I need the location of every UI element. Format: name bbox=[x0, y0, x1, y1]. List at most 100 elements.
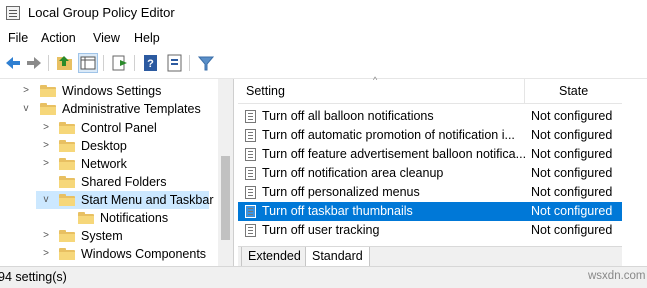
setting-name: Turn off taskbar thumbnails bbox=[262, 204, 413, 218]
properties-icon[interactable] bbox=[165, 53, 185, 73]
menu-view[interactable]: View bbox=[89, 31, 124, 45]
sort-ascending-icon: ^ bbox=[373, 75, 378, 85]
table-row[interactable]: Turn off notification area cleanup Not c… bbox=[238, 164, 622, 183]
tree-item-label: Windows Settings bbox=[62, 84, 162, 98]
title-bar: Local Group Policy Editor bbox=[0, 0, 647, 28]
column-header-setting[interactable]: Setting bbox=[246, 79, 285, 103]
tree-item-windows-components[interactable]: > Windows Components bbox=[0, 245, 218, 263]
policy-setting-icon bbox=[245, 148, 256, 161]
column-divider[interactable] bbox=[524, 79, 525, 103]
tree-item-administrative-templates[interactable]: v Administrative Templates bbox=[0, 100, 218, 118]
folder-icon bbox=[59, 230, 75, 242]
policy-setting-icon bbox=[245, 129, 256, 142]
tree-item-control-panel[interactable]: > Control Panel bbox=[0, 119, 218, 137]
tree-item-label: Start Menu and Taskbar bbox=[81, 193, 214, 207]
view-tabs: Extended Standard bbox=[238, 246, 622, 267]
filter-icon[interactable] bbox=[196, 53, 216, 73]
policy-setting-icon bbox=[245, 186, 256, 199]
setting-state: Not configured bbox=[531, 185, 613, 199]
toolbar-separator bbox=[134, 55, 135, 71]
table-row[interactable]: Turn off personalized menus Not configur… bbox=[238, 183, 622, 202]
tab-extended[interactable]: Extended bbox=[241, 247, 308, 267]
tree-item-shared-folders[interactable]: Shared Folders bbox=[0, 173, 218, 191]
toolbar-separator bbox=[189, 55, 190, 71]
tree-item-system[interactable]: > System bbox=[0, 227, 218, 245]
setting-state: Not configured bbox=[531, 128, 613, 142]
tree-item-desktop[interactable]: > Desktop bbox=[0, 137, 218, 155]
tree-item-label: Network bbox=[81, 157, 127, 171]
folder-icon bbox=[78, 212, 94, 224]
folder-icon bbox=[59, 248, 75, 260]
policy-setting-icon bbox=[245, 167, 256, 180]
tree-pane: > Windows Settings v Administrative Temp… bbox=[0, 79, 234, 266]
tree-item-windows-settings[interactable]: > Windows Settings bbox=[0, 82, 218, 100]
scrollbar-thumb[interactable] bbox=[221, 156, 230, 240]
up-folder-icon[interactable] bbox=[55, 53, 75, 73]
policy-setting-icon bbox=[245, 110, 256, 123]
column-header-state[interactable]: State bbox=[559, 79, 588, 103]
menu-action[interactable]: Action bbox=[37, 31, 80, 45]
chevron-right-icon[interactable]: > bbox=[40, 227, 52, 245]
folder-icon bbox=[40, 103, 56, 115]
folder-icon bbox=[40, 85, 56, 97]
setting-name: Turn off all balloon notifications bbox=[262, 109, 434, 123]
app-icon bbox=[6, 6, 20, 20]
forward-arrow-icon[interactable] bbox=[24, 53, 44, 73]
chevron-down-icon[interactable]: v bbox=[20, 100, 32, 118]
help-icon[interactable]: ? bbox=[141, 53, 161, 73]
list-header: ^ Setting State bbox=[238, 75, 622, 104]
toolbar-separator bbox=[48, 55, 49, 71]
folder-icon bbox=[59, 122, 75, 134]
show-hide-tree-icon[interactable] bbox=[78, 53, 98, 73]
tree-item-network[interactable]: > Network bbox=[0, 155, 218, 173]
table-row[interactable]: Turn off user tracking Not configured bbox=[238, 221, 622, 240]
setting-state: Not configured bbox=[531, 223, 613, 237]
setting-state: Not configured bbox=[531, 147, 613, 161]
setting-name: Turn off feature advertisement balloon n… bbox=[262, 147, 527, 161]
tree-item-label: Notifications bbox=[100, 211, 169, 225]
tree-item-label: Desktop bbox=[81, 139, 127, 153]
settings-list: ^ Setting State Turn off all balloon not… bbox=[238, 75, 622, 244]
list-right-area bbox=[622, 79, 647, 266]
chevron-right-icon[interactable]: > bbox=[40, 137, 52, 155]
policy-setting-icon bbox=[245, 224, 256, 237]
table-row[interactable]: Turn off all balloon notifications Not c… bbox=[238, 107, 622, 126]
tab-standard[interactable]: Standard bbox=[305, 247, 370, 267]
table-row[interactable]: Turn off feature advertisement balloon n… bbox=[238, 145, 622, 164]
status-text: 94 setting(s) bbox=[0, 270, 67, 284]
tree-item-label: System bbox=[81, 229, 123, 243]
setting-state: Not configured bbox=[531, 166, 613, 180]
setting-state: Not configured bbox=[531, 204, 613, 218]
chevron-right-icon[interactable]: > bbox=[40, 155, 52, 173]
tree-item-label: Control Panel bbox=[81, 121, 157, 135]
chevron-down-icon[interactable]: v bbox=[40, 191, 52, 209]
setting-name: Turn off automatic promotion of notifica… bbox=[262, 128, 515, 142]
chevron-right-icon[interactable]: > bbox=[20, 82, 32, 100]
folder-icon bbox=[59, 158, 75, 170]
menu-file[interactable]: File bbox=[4, 31, 32, 45]
back-arrow-icon[interactable] bbox=[3, 53, 23, 73]
watermark: wsxdn.com bbox=[588, 270, 646, 282]
table-row[interactable]: Turn off automatic promotion of notifica… bbox=[238, 126, 622, 145]
svg-text:?: ? bbox=[147, 58, 154, 70]
window-title: Local Group Policy Editor bbox=[28, 5, 175, 20]
tree-item-notifications[interactable]: Notifications bbox=[0, 209, 218, 227]
export-list-icon[interactable] bbox=[110, 53, 130, 73]
chevron-right-icon[interactable]: > bbox=[40, 119, 52, 137]
toolbar: ? bbox=[0, 50, 647, 79]
setting-name: Turn off notification area cleanup bbox=[262, 166, 444, 180]
folder-icon bbox=[59, 176, 75, 188]
chevron-right-icon[interactable]: > bbox=[40, 245, 52, 263]
folder-icon bbox=[59, 140, 75, 152]
tree-item-label: Windows Components bbox=[81, 247, 207, 261]
tree-item-label: Administrative Templates bbox=[62, 102, 201, 116]
menu-help[interactable]: Help bbox=[130, 31, 164, 45]
table-row-selected[interactable]: Turn off taskbar thumbnails Not configur… bbox=[238, 202, 622, 221]
status-bar: 94 setting(s) bbox=[0, 266, 647, 288]
tree-item-start-menu-and-taskbar[interactable]: v Start Menu and Taskbar bbox=[36, 191, 213, 209]
menu-bar: File Action View Help bbox=[0, 28, 647, 50]
tree-item-label: Shared Folders bbox=[81, 175, 167, 189]
setting-state: Not configured bbox=[531, 109, 613, 123]
policy-setting-icon bbox=[245, 205, 256, 218]
tree-scrollbar[interactable] bbox=[218, 79, 233, 266]
